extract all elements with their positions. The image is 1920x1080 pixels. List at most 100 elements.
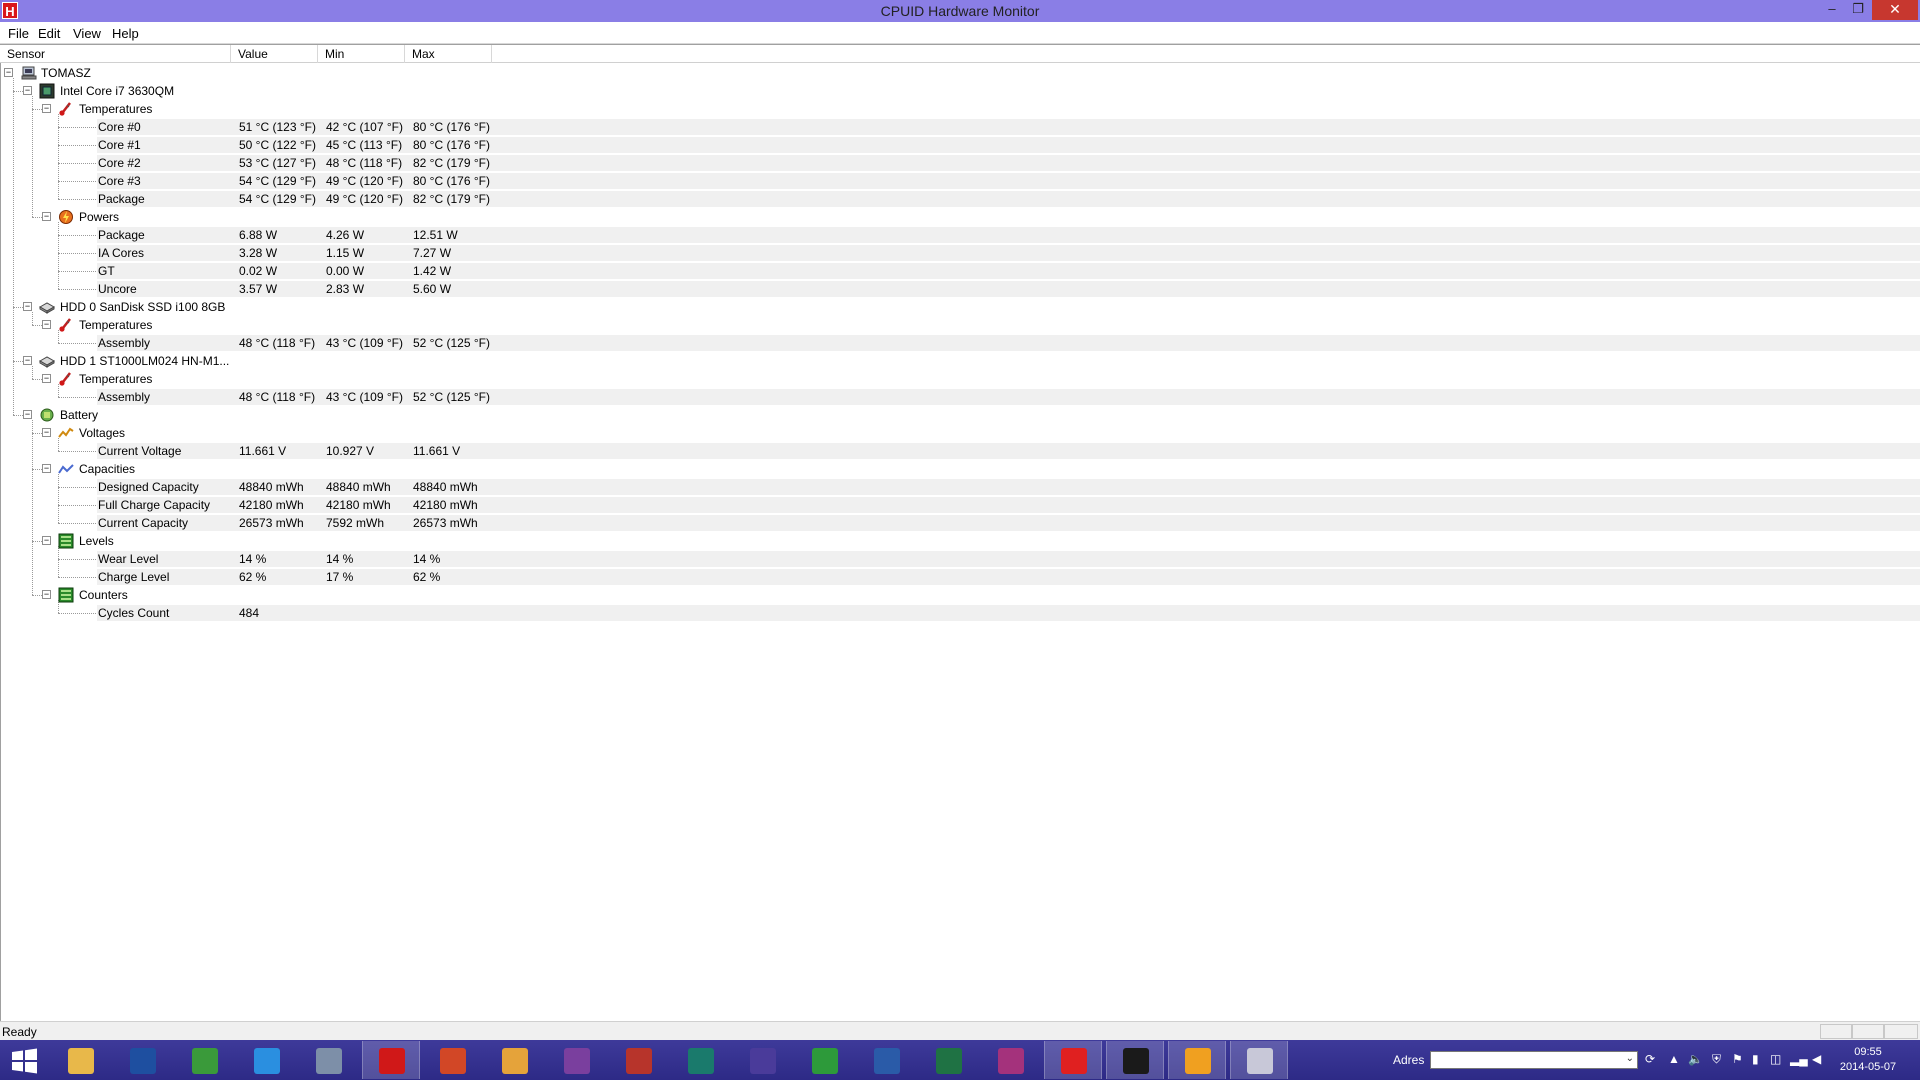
address-input[interactable]: ⌄	[1430, 1051, 1638, 1069]
collapse-toggle-icon[interactable]: −	[42, 104, 51, 113]
collapse-toggle-icon[interactable]: −	[23, 356, 32, 365]
speaker-icon[interactable]: ◀	[1812, 1052, 1821, 1066]
taskbar-sync-app-button[interactable]	[796, 1041, 854, 1079]
collapse-toggle-icon[interactable]: −	[42, 464, 51, 473]
sensor-row[interactable]: Core #1 50 °C (122 °F) 45 °C (113 °F) 80 °C…	[1, 136, 1920, 154]
sensor-value: 26573 mWh	[239, 516, 304, 530]
collapse-toggle-icon[interactable]: −	[42, 590, 51, 599]
project-icon	[750, 1048, 776, 1074]
tree-node-row[interactable]: − Levels	[1, 532, 1920, 550]
taskbar-paint-button[interactable]	[1230, 1041, 1288, 1079]
clock[interactable]: 09:55 2014-05-07	[1830, 1045, 1906, 1075]
taskbar-onenote-button[interactable]	[548, 1041, 606, 1079]
taskbar-flash-red-button[interactable]	[1044, 1041, 1102, 1079]
collapse-toggle-icon[interactable]: −	[23, 86, 32, 95]
taskbar-access-button[interactable]	[610, 1041, 668, 1079]
taskbar-chrome-button[interactable]	[176, 1041, 234, 1079]
close-button[interactable]: ✕	[1872, 0, 1918, 20]
menu-view[interactable]: View	[73, 26, 101, 41]
collapse-toggle-icon[interactable]: −	[4, 68, 13, 77]
taskbar-calculator-button[interactable]	[300, 1041, 358, 1079]
tree-node-row[interactable]: − Counters	[1, 586, 1920, 604]
tree-node-row[interactable]: − TOMASZ	[1, 64, 1920, 82]
tray-up-arrow-icon[interactable]: ▲	[1668, 1052, 1680, 1066]
battery-tray-icon[interactable]: ▮	[1752, 1052, 1759, 1066]
taskbar-help-button[interactable]	[114, 1041, 172, 1079]
sensor-min: 10.927 V	[326, 444, 375, 458]
sensor-row[interactable]: Core #2 53 °C (127 °F) 48 °C (118 °F) 82 °C…	[1, 154, 1920, 172]
menu-help[interactable]: Help	[112, 26, 139, 41]
taskbar-excel-button[interactable]	[920, 1041, 978, 1079]
voltage-icon	[58, 425, 74, 441]
sensor-row[interactable]: Designed Capacity 48840 mWh 48840 mWh 48840…	[1, 478, 1920, 496]
collapse-toggle-icon[interactable]: −	[42, 374, 51, 383]
tree-node-row[interactable]: − Capacities	[1, 460, 1920, 478]
tree-node-row[interactable]: − HDD 1 ST1000LM024 HN-M1...	[1, 352, 1920, 370]
column-max[interactable]: Max	[405, 45, 492, 63]
flag-icon[interactable]: ⚑	[1732, 1052, 1743, 1066]
taskbar-internet-explorer-button[interactable]	[238, 1041, 296, 1079]
sensor-row[interactable]: Core #3 54 °C (129 °F) 49 °C (120 °F) 80 °C…	[1, 172, 1920, 190]
sensor-row[interactable]: Package 6.88 W 4.26 W 12.51 W	[1, 226, 1920, 244]
taskbar-infopath-button[interactable]	[982, 1041, 1040, 1079]
column-sensor[interactable]: Sensor	[0, 45, 231, 63]
volume-icon[interactable]: 🔈	[1688, 1052, 1703, 1066]
collapse-toggle-icon[interactable]: −	[42, 320, 51, 329]
taskbar-flash-black-button[interactable]	[1106, 1041, 1164, 1079]
sensor-tree[interactable]: − TOMASZ − Intel Core i7 3630QM − Temperature…	[0, 63, 1920, 1021]
tree-node-row[interactable]: − Battery	[1, 406, 1920, 424]
taskbar-hwmonitor-button[interactable]	[1168, 1041, 1226, 1079]
taskbar-publisher-button[interactable]	[672, 1041, 730, 1079]
tree-node-row[interactable]: − HDD 0 SanDisk SSD i100 8GB	[1, 298, 1920, 316]
taskbar-opera-button[interactable]	[362, 1041, 420, 1079]
sensor-row[interactable]: Wear Level 14 % 14 % 14 %	[1, 550, 1920, 568]
restore-button[interactable]: ❐	[1844, 0, 1872, 20]
sensor-row[interactable]: Uncore 3.57 W 2.83 W 5.60 W	[1, 280, 1920, 298]
signal-icon[interactable]: ▂▄	[1790, 1052, 1808, 1066]
sensor-row[interactable]: Assembly 48 °C (118 °F) 43 °C (109 °F) 52 °…	[1, 388, 1920, 406]
menu-edit[interactable]: Edit	[38, 26, 60, 41]
taskbar-word-button[interactable]	[858, 1041, 916, 1079]
sensor-row[interactable]: Package 54 °C (129 °F) 49 °C (120 °F) 82 °C…	[1, 190, 1920, 208]
sensor-max: 26573 mWh	[413, 516, 478, 530]
menu-file[interactable]: File	[8, 26, 29, 41]
minimize-button[interactable]: –	[1818, 0, 1846, 20]
windows-start-icon[interactable]	[6, 1048, 42, 1074]
collapse-toggle-icon[interactable]: −	[42, 536, 51, 545]
refresh-icon[interactable]: ⟳	[1645, 1052, 1655, 1066]
sensor-row[interactable]: Charge Level 62 % 17 % 62 %	[1, 568, 1920, 586]
tree-node-row[interactable]: − Temperatures	[1, 316, 1920, 334]
tree-node-row[interactable]: − Temperatures	[1, 370, 1920, 388]
tree-node-row[interactable]: − Temperatures	[1, 100, 1920, 118]
taskbar-outlook-button[interactable]	[486, 1041, 544, 1079]
taskbar-file-explorer-button[interactable]	[52, 1041, 110, 1079]
tree-node-row[interactable]: − Powers	[1, 208, 1920, 226]
chevron-down-icon[interactable]: ⌄	[1626, 1053, 1634, 1064]
taskbar-office-app-red-button[interactable]	[424, 1041, 482, 1079]
sensor-row[interactable]: Full Charge Capacity 42180 mWh 42180 mWh 42…	[1, 496, 1920, 514]
collapse-toggle-icon[interactable]: −	[42, 212, 51, 221]
sensor-label: Assembly	[98, 390, 151, 404]
sensor-row[interactable]: GT 0.02 W 0.00 W 1.42 W	[1, 262, 1920, 280]
sensor-row[interactable]: Assembly 48 °C (118 °F) 43 °C (109 °F) 52 °…	[1, 334, 1920, 352]
collapse-toggle-icon[interactable]: −	[23, 302, 32, 311]
security-icon[interactable]: ⛨	[1712, 1052, 1721, 1067]
infopath-icon	[998, 1048, 1024, 1074]
sensor-row[interactable]: IA Cores 3.28 W 1.15 W 7.27 W	[1, 244, 1920, 262]
tree-node-row[interactable]: − Intel Core i7 3630QM	[1, 82, 1920, 100]
collapse-toggle-icon[interactable]: −	[42, 428, 51, 437]
title-bar: H CPUID Hardware Monitor – ❐ ✕	[0, 0, 1920, 22]
tree-node-row[interactable]: − Voltages	[1, 424, 1920, 442]
column-min[interactable]: Min	[318, 45, 405, 63]
sensor-row[interactable]: Cycles Count 484	[1, 604, 1920, 622]
network-icon[interactable]: ◫	[1770, 1052, 1781, 1066]
sensor-label: HDD 0 SanDisk SSD i100 8GB	[60, 300, 226, 314]
excel-icon	[936, 1048, 962, 1074]
sensor-row[interactable]: Current Capacity 26573 mWh 7592 mWh 26573 m…	[1, 514, 1920, 532]
sensor-row[interactable]: Core #0 51 °C (123 °F) 42 °C (107 °F) 80 °C…	[1, 118, 1920, 136]
sensor-row[interactable]: Current Voltage 11.661 V 10.927 V 11.661 V	[1, 442, 1920, 460]
taskbar-project-button[interactable]	[734, 1041, 792, 1079]
cpu-chip-icon	[39, 83, 55, 99]
column-value[interactable]: Value	[231, 45, 318, 63]
collapse-toggle-icon[interactable]: −	[23, 410, 32, 419]
